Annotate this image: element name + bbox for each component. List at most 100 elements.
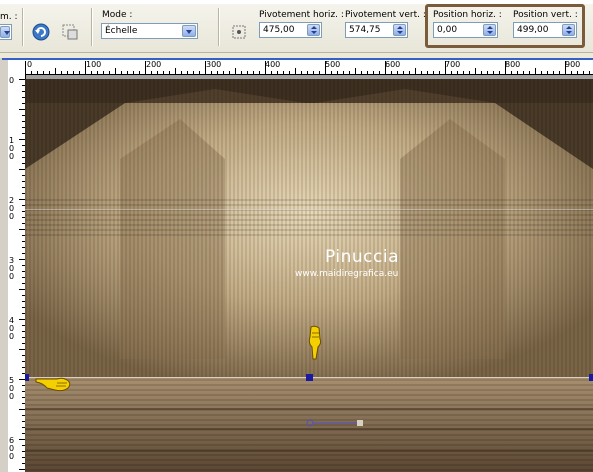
- ruler-tick: [469, 71, 470, 74]
- vertical-ruler[interactable]: 0 100 200 300 400 500 600: [8, 74, 26, 472]
- ruler-label: 400: [265, 60, 281, 69]
- ruler-tick: [313, 71, 314, 74]
- ruler-label: 300: [9, 256, 15, 281]
- ruler-tick: [457, 71, 458, 74]
- ruler-label: 500: [325, 60, 341, 69]
- ruler-corner: [8, 60, 25, 74]
- ruler-tick: [421, 71, 422, 74]
- ruler-tick: [157, 71, 158, 74]
- ruler-tick: [67, 71, 68, 74]
- ruler-tick: [535, 68, 536, 74]
- selection-handle[interactable]: [306, 374, 313, 381]
- ruler-tick: [283, 71, 284, 74]
- chevron-down-icon[interactable]: [182, 25, 196, 37]
- ruler-tick: [361, 71, 362, 74]
- ruler-tick: [187, 71, 188, 74]
- ruler-tick: [373, 71, 374, 74]
- ruler-label: 0: [9, 76, 15, 85]
- ruler-tick: [193, 71, 194, 74]
- ruler-tick: [85, 61, 86, 74]
- ruler-tick: [445, 61, 446, 74]
- ruler-tick: [199, 71, 200, 74]
- pivot-vertical-value: 574,75: [349, 25, 381, 35]
- ruler-tick: [91, 71, 92, 74]
- ruler-tick: [115, 68, 116, 74]
- ruler-tick: [109, 71, 110, 74]
- ruler-label: 200: [9, 196, 15, 221]
- ruler-tick: [217, 71, 218, 74]
- ruler-tick: [169, 71, 170, 74]
- ruler-tick: [559, 71, 560, 74]
- position-highlight-box: [425, 4, 585, 48]
- ruler-tick: [241, 71, 242, 74]
- ruler-tick: [49, 71, 50, 74]
- ruler-tick: [211, 71, 212, 74]
- ruler-tick: [523, 71, 524, 74]
- ruler-tick: [277, 71, 278, 74]
- mode-select[interactable]: Échelle: [101, 23, 198, 39]
- pivot-vertical-label: Pivotement vert. :: [345, 10, 426, 20]
- ruler-tick: [145, 61, 146, 74]
- ruler-tick: [337, 71, 338, 74]
- ruler-tick: [331, 71, 332, 74]
- ruler-tick: [367, 71, 368, 74]
- ruler-label: 400: [9, 316, 15, 341]
- ruler-tick: [307, 71, 308, 74]
- selection-handle[interactable]: [589, 374, 593, 381]
- ruler-tick: [415, 68, 416, 74]
- ruler-tick: [475, 68, 476, 74]
- rotation-handle[interactable]: [305, 419, 365, 427]
- ruler-tick: [25, 61, 26, 74]
- ruler-tick: [427, 71, 428, 74]
- ruler-tick: [31, 71, 32, 74]
- ruler-tick: [577, 71, 578, 74]
- ruler-tick: [385, 61, 386, 74]
- horizontal-ruler[interactable]: 0 100 200 300 400 500 600 700 800 900: [25, 60, 593, 75]
- mode-value: Échelle: [105, 26, 138, 36]
- ruler-tick: [259, 71, 260, 74]
- mode-label: Mode :: [102, 10, 133, 20]
- image-canvas[interactable]: Pinuccia www.maidiregrafica.eu: [25, 79, 593, 472]
- ruler-label: 700: [445, 60, 461, 69]
- pointing-down-hand-icon: [306, 325, 324, 361]
- ruler-label: 0: [27, 60, 33, 69]
- pivot-vertical-input[interactable]: 574,75: [345, 22, 408, 38]
- ruler-tick: [247, 71, 248, 74]
- pivot-horizontal-value: 475,00: [263, 25, 295, 35]
- ruler-tick: [493, 71, 494, 74]
- ruler-tick: [439, 71, 440, 74]
- ruler-tick: [409, 71, 410, 74]
- ruler-tick: [295, 68, 296, 74]
- partial-option-label: m. :: [0, 12, 18, 22]
- toolbar-separator: [91, 8, 92, 46]
- pivot-vertical-stepper[interactable]: [393, 24, 406, 36]
- ruler-label: 100: [9, 136, 15, 161]
- pointing-hand-icon: [35, 374, 73, 394]
- pivot-horizontal-input[interactable]: 475,00: [259, 22, 322, 38]
- ruler-tick: [103, 71, 104, 74]
- ruler-tick: [43, 71, 44, 74]
- pivot-icon[interactable]: [229, 22, 249, 42]
- ruler-label: 900: [565, 60, 581, 69]
- watermark-title: Pinuccia: [325, 247, 399, 267]
- transform-icon[interactable]: [60, 22, 80, 42]
- ruler-tick: [583, 71, 584, 74]
- partial-option-field[interactable]: [0, 24, 12, 40]
- ruler-tick: [529, 71, 530, 74]
- ruler-tick: [379, 71, 380, 74]
- ruler-tick: [97, 71, 98, 74]
- toolbar-separator: [218, 8, 219, 46]
- ruler-label: 600: [385, 60, 401, 69]
- ruler-tick: [301, 71, 302, 74]
- ruler-tick: [61, 71, 62, 74]
- ruler-tick: [265, 61, 266, 74]
- ruler-tick: [511, 71, 512, 74]
- refresh-icon[interactable]: [31, 22, 51, 42]
- ruler-tick: [553, 71, 554, 74]
- ruler-tick: [271, 71, 272, 74]
- ruler-label: 100: [86, 60, 102, 69]
- selection-handle[interactable]: [25, 374, 29, 381]
- ruler-tick: [127, 71, 128, 74]
- pivot-horizontal-stepper[interactable]: [307, 24, 320, 36]
- toolbar-separator: [22, 8, 23, 46]
